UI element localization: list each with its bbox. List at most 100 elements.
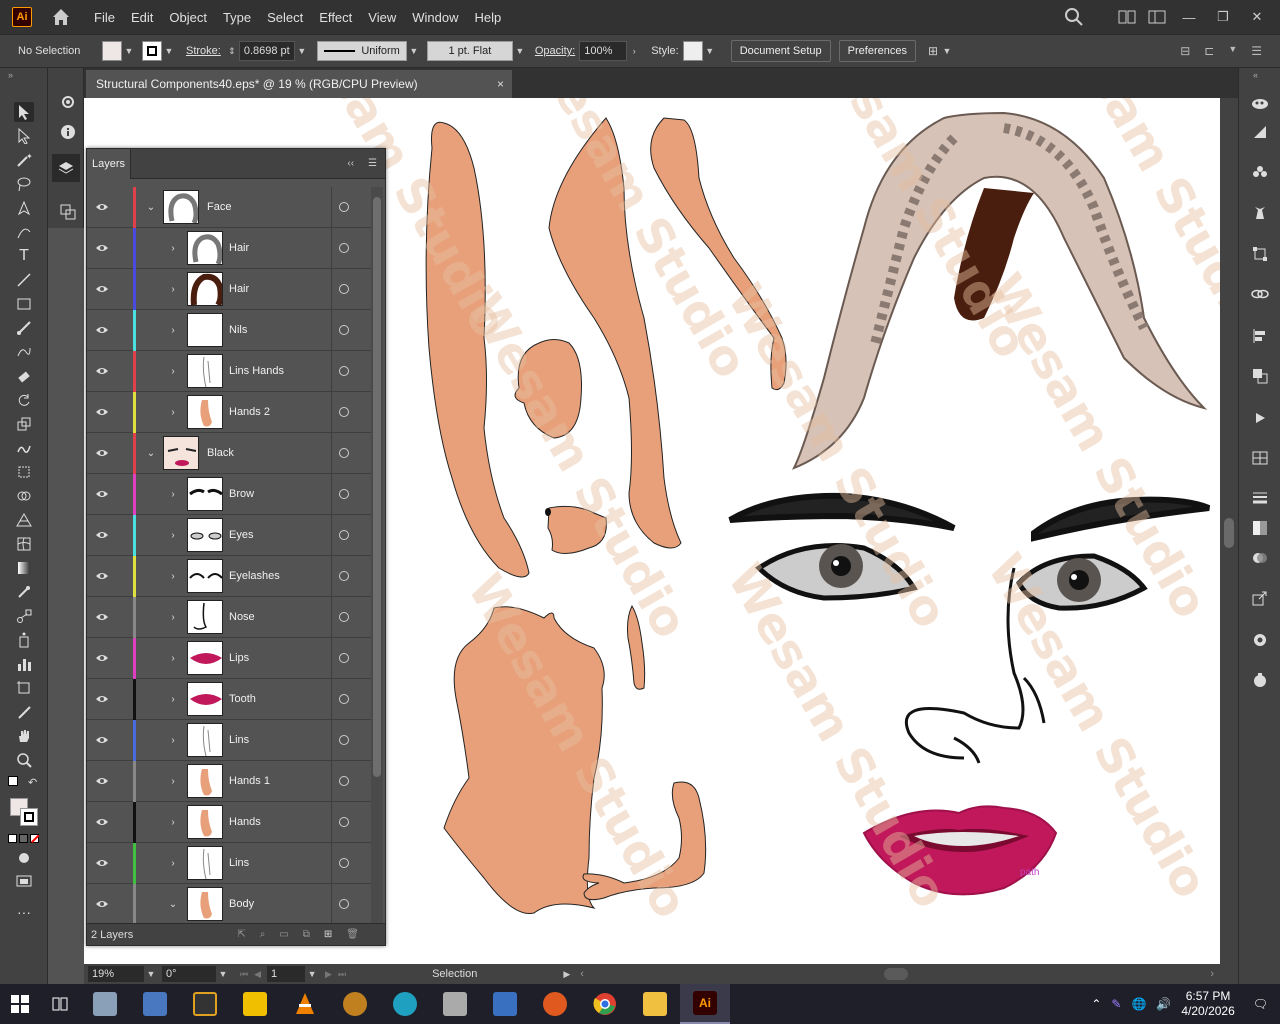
scroll-left-icon[interactable]: ‹ [580, 968, 584, 980]
menu-window[interactable]: Window [404, 10, 466, 25]
screen-mode-icon[interactable] [14, 872, 34, 892]
puppet-icon[interactable] [1250, 202, 1270, 222]
layer-name[interactable]: Nils [229, 324, 247, 336]
visibility-eye-icon[interactable] [95, 405, 109, 419]
stepper-icon[interactable]: ⇕ [225, 46, 239, 57]
layers-tab[interactable]: Layers [87, 148, 131, 179]
pen-tray-icon[interactable]: ✎ [1111, 997, 1121, 1011]
zoom-tool-icon[interactable] [14, 750, 34, 770]
export-icon[interactable] [1250, 588, 1270, 608]
artboard-number-field[interactable]: 1 [267, 966, 306, 982]
chevron-down-icon[interactable]: ▼ [513, 46, 527, 56]
chevron-down-icon[interactable]: ▼ [162, 46, 176, 56]
layer-name[interactable]: Black [207, 447, 234, 459]
slice-tool-icon[interactable] [14, 702, 34, 722]
layer-name[interactable]: Body [229, 898, 254, 910]
chevron-right-icon[interactable]: › [167, 652, 179, 664]
target-circle-icon[interactable] [339, 530, 349, 540]
chevron-down-icon[interactable]: ▼ [703, 46, 717, 56]
chevron-down-icon[interactable]: ⌄ [145, 447, 157, 459]
target-circle-icon[interactable] [339, 858, 349, 868]
opacity-field[interactable]: 100% [579, 41, 628, 61]
layer-name[interactable]: Lips [229, 652, 249, 664]
transform-panel-icon[interactable] [1250, 244, 1270, 264]
layer-name[interactable]: Hands 2 [229, 406, 270, 418]
pathfinder-icon[interactable] [1250, 366, 1270, 386]
chevron-down-icon[interactable]: ▼ [940, 46, 954, 56]
windows-start-icon[interactable] [0, 984, 40, 1024]
close-icon[interactable]: × [497, 77, 504, 91]
layer-row[interactable]: ⌄ Face [87, 187, 371, 228]
target-circle-icon[interactable] [339, 776, 349, 786]
curvature-tool-icon[interactable] [14, 222, 34, 242]
actions-icon[interactable] [1250, 408, 1270, 428]
properties-icon[interactable] [60, 94, 76, 113]
symbols-icon[interactable] [1250, 162, 1270, 182]
visibility-eye-icon[interactable] [95, 323, 109, 337]
file-explorer-icon[interactable] [630, 984, 680, 1024]
chevron-right-icon[interactable]: › [167, 529, 179, 541]
chevron-right-icon[interactable]: › [167, 488, 179, 500]
target-circle-icon[interactable] [339, 694, 349, 704]
app-player-icon[interactable] [230, 984, 280, 1024]
paintbrush-tool-icon[interactable] [14, 318, 34, 338]
visibility-eye-icon[interactable] [95, 610, 109, 624]
layer-row[interactable]: › Hands 2 [87, 392, 371, 433]
app-photos-icon[interactable] [80, 984, 130, 1024]
locate-object-icon[interactable]: ⌕ [260, 929, 266, 940]
stroke-swatch[interactable] [142, 41, 162, 61]
chevron-right-icon[interactable]: › [167, 365, 179, 377]
visibility-eye-icon[interactable] [95, 446, 109, 460]
target-circle-icon[interactable] [339, 284, 349, 294]
menu-select[interactable]: Select [259, 10, 311, 25]
search-icon[interactable] [1064, 7, 1084, 27]
visibility-eye-icon[interactable] [95, 733, 109, 747]
layer-row[interactable]: ⌄ Black [87, 433, 371, 474]
color-icon[interactable] [8, 834, 17, 843]
app-editor-icon[interactable] [430, 984, 480, 1024]
type-tool-icon[interactable]: T [14, 246, 34, 266]
menu-type[interactable]: Type [215, 10, 259, 25]
chevron-right-icon[interactable]: › [167, 324, 179, 336]
image-trace-icon[interactable] [1250, 448, 1270, 468]
target-circle-icon[interactable] [339, 817, 349, 827]
target-circle-icon[interactable] [339, 653, 349, 663]
chevron-right-icon[interactable]: › [167, 734, 179, 746]
new-sublayer-icon[interactable]: ⧉ [303, 929, 310, 940]
transform-icon[interactable]: ⊞ [926, 44, 940, 58]
target-circle-icon[interactable] [339, 243, 349, 253]
graphic-style-swatch[interactable] [682, 41, 703, 61]
layer-row[interactable]: › Hands [87, 802, 371, 843]
layer-name[interactable]: Lins [229, 857, 249, 869]
rotation-field[interactable]: 0° [162, 966, 216, 982]
new-layer-icon[interactable]: ⊞ [324, 929, 332, 940]
layer-name[interactable]: Hair [229, 283, 249, 295]
distribute-icon[interactable]: ⊏ [1204, 44, 1214, 58]
color-guide-icon[interactable] [1250, 94, 1270, 114]
arrange-documents-icon[interactable] [1118, 10, 1136, 24]
rectangle-tool-icon[interactable] [14, 294, 34, 314]
layer-name[interactable]: Nose [229, 611, 255, 623]
visibility-eye-icon[interactable] [95, 241, 109, 255]
panel-menu-icon[interactable]: ☰ [1251, 44, 1262, 58]
layer-row[interactable]: ⌄ Body [87, 884, 371, 925]
collapse-panel-icon[interactable]: ‹‹ [347, 158, 354, 169]
layer-row[interactable]: › Lips [87, 638, 371, 679]
layer-name[interactable]: Tooth [229, 693, 256, 705]
draw-mode-icon[interactable] [14, 848, 34, 868]
layer-row[interactable]: › Brow [87, 474, 371, 515]
layer-name[interactable]: Lins Hands [229, 365, 284, 377]
warp-tool-icon[interactable] [14, 438, 34, 458]
stroke-profile-select[interactable]: Uniform [316, 41, 407, 61]
line-tool-icon[interactable] [14, 270, 34, 290]
brush-select[interactable]: 1 pt. Flat [426, 41, 513, 61]
chevron-right-icon[interactable]: › [167, 693, 179, 705]
more-tools-icon[interactable]: ··· [14, 902, 34, 922]
transparency-icon[interactable] [1250, 548, 1270, 568]
target-circle-icon[interactable] [339, 612, 349, 622]
rotate-tool-icon[interactable] [14, 390, 34, 410]
layer-name[interactable]: Hands 1 [229, 775, 270, 787]
layer-name[interactable]: Eyelashes [229, 570, 280, 582]
layer-name[interactable]: Eyes [229, 529, 253, 541]
document-tab[interactable]: Structural Components40.eps* @ 19 % (RGB… [86, 70, 512, 98]
